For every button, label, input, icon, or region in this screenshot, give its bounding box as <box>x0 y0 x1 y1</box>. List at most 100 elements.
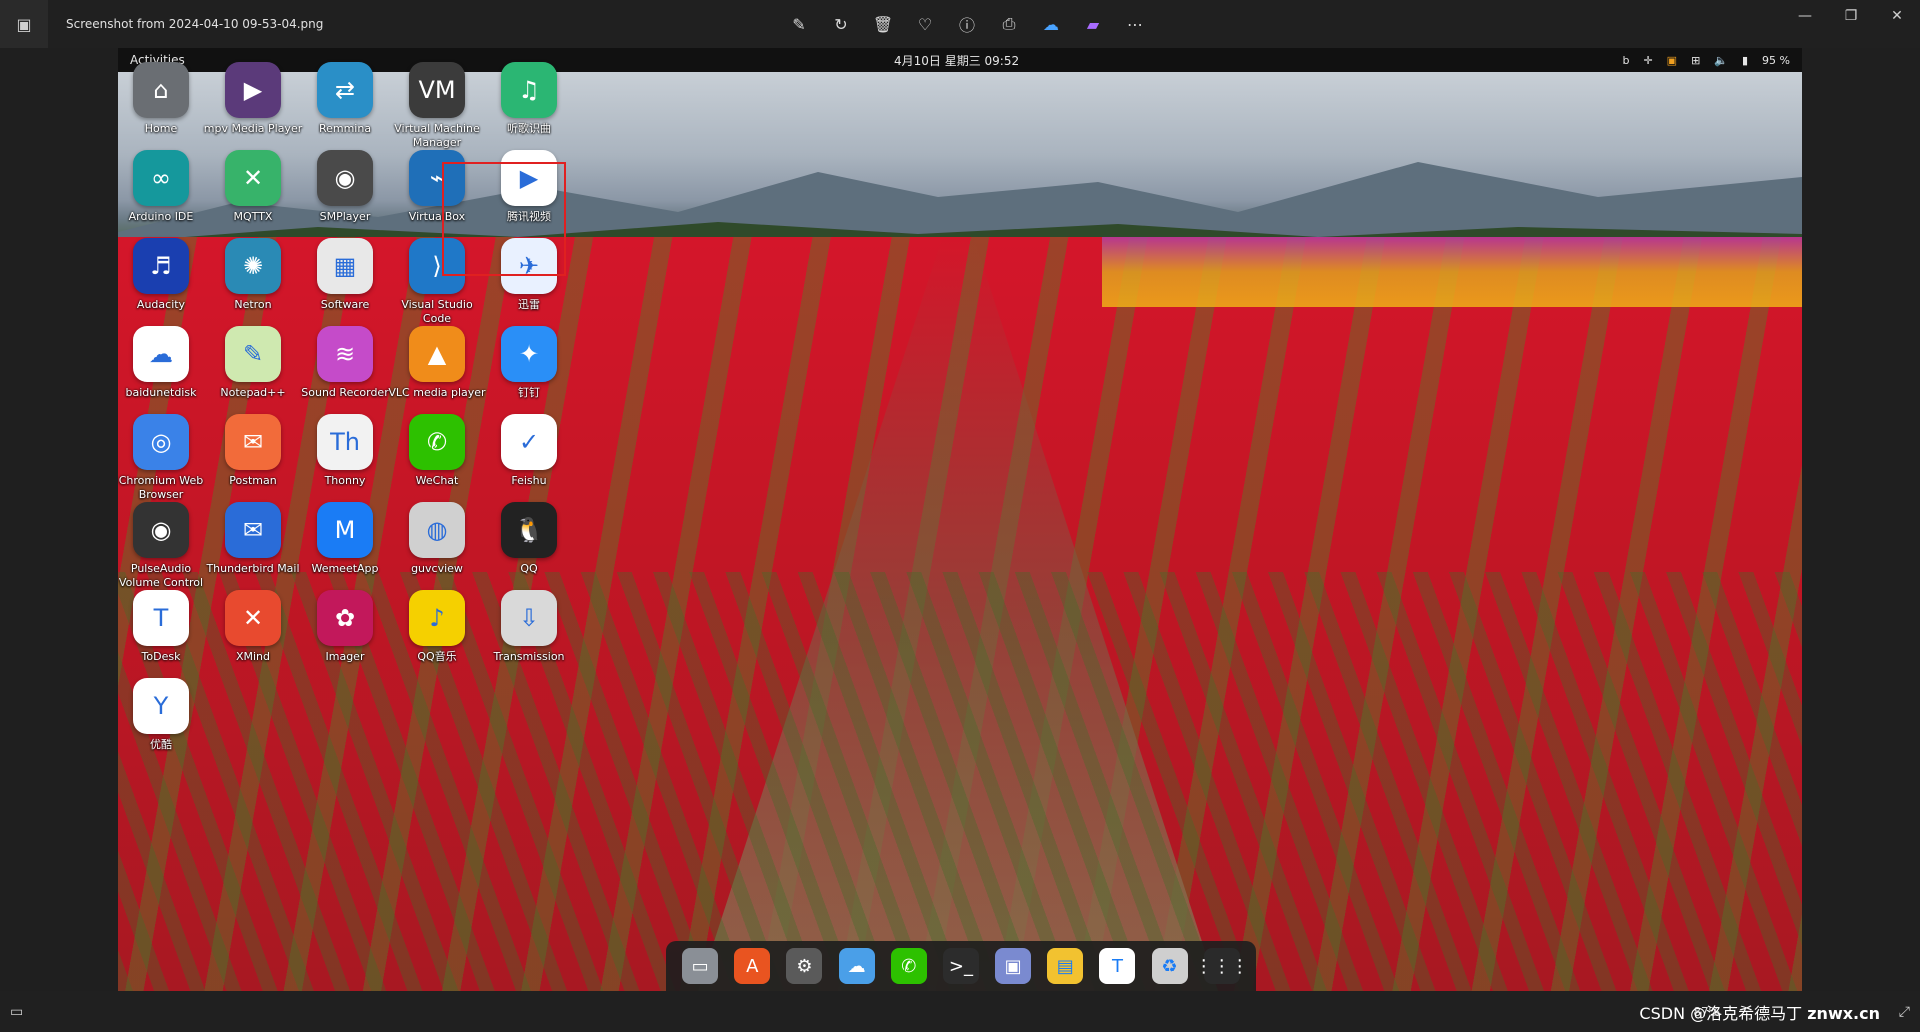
desktop-icon[interactable]: ◉ SMPlayer <box>295 150 395 224</box>
highlight-box <box>442 162 566 276</box>
app-label: SMPlayer <box>319 210 371 223</box>
app-icon: VM <box>409 62 465 118</box>
app-label: ToDesk <box>141 650 181 663</box>
app-label: WeChat <box>415 474 459 487</box>
app-icon: ✆ <box>409 414 465 470</box>
clipchamp-icon[interactable]: ▰ <box>1077 8 1109 40</box>
desktop-icon[interactable]: T ToDesk <box>118 590 211 664</box>
app-label: Visual Studio Code <box>401 298 473 325</box>
app-label: Netron <box>234 298 272 311</box>
desktop-icon[interactable]: ✉ Thunderbird Mail <box>203 502 303 576</box>
desktop-icon[interactable]: ♫ 听歌识曲 <box>479 62 579 136</box>
app-icon: ◉ <box>317 150 373 206</box>
close-icon[interactable]: ✕ <box>1874 0 1920 32</box>
window-icon[interactable]: ▣ <box>995 948 1032 984</box>
desktop-icon[interactable]: ⇩ Transmission <box>479 590 579 664</box>
app-label: QQ音乐 <box>417 650 457 663</box>
app-center-icon[interactable]: A <box>734 948 771 984</box>
desktop-icon[interactable]: ✿ Imager <box>295 590 395 664</box>
desktop-icon[interactable]: ∞ Arduino IDE <box>118 150 211 224</box>
desktop-icon[interactable]: ✆ WeChat <box>387 414 487 488</box>
desktop-icon[interactable]: Th Thonny <box>295 414 395 488</box>
desktop-icon[interactable]: Y 优酷 <box>118 678 211 752</box>
app-label: Thunderbird Mail <box>206 562 300 575</box>
desktop-icon[interactable]: M WemeetApp <box>295 502 395 576</box>
info-icon[interactable]: ⓘ <box>951 8 983 40</box>
app-label: Audacity <box>136 298 186 311</box>
app-label: baidunetdisk <box>125 386 197 399</box>
weather-icon[interactable]: ☁ <box>838 948 875 984</box>
app-label: mpv Media Player <box>203 122 303 135</box>
favorite-icon[interactable]: ♡ <box>909 8 941 40</box>
fullscreen-icon[interactable]: ⤢ <box>1899 1004 1910 1020</box>
app-icon: ✉ <box>225 414 281 470</box>
desktop-icon[interactable]: VM Virtual Machine Manager <box>387 62 487 150</box>
restore-icon[interactable]: ❐ <box>1828 0 1874 32</box>
rotate-icon[interactable]: ↻ <box>825 8 857 40</box>
app-icon: Th <box>317 414 373 470</box>
app-icon: ♬ <box>133 238 189 294</box>
bing-icon[interactable]: b <box>1622 54 1629 67</box>
todesk-icon[interactable]: T <box>1099 948 1136 984</box>
cloud-icon[interactable]: ☁ <box>1035 8 1067 40</box>
desktop-icon[interactable]: ▲ VLC media player <box>387 326 487 400</box>
desktop-icon[interactable]: 🐧 QQ <box>479 502 579 576</box>
desktop-icon[interactable]: ≋ Sound Recorder <box>295 326 395 400</box>
desktop-icon[interactable]: ✎ Notepad++ <box>203 326 303 400</box>
desktop-icon[interactable]: ✦ 钉钉 <box>479 326 579 400</box>
trash-icon[interactable]: ♻ <box>1151 948 1188 984</box>
app-icon: ⇩ <box>501 590 557 646</box>
app-label: Home <box>144 122 178 135</box>
desktop-icon[interactable]: ✕ XMind <box>203 590 303 664</box>
desktop-icon[interactable]: ◍ guvcview <box>387 502 487 576</box>
desktop-icon[interactable]: ⇄ Remmina <box>295 62 395 136</box>
volume-icon[interactable]: 🔈 <box>1714 54 1728 67</box>
app-label: Thonny <box>324 474 366 487</box>
app-icon: ✉ <box>225 502 281 558</box>
window-controls: — ❐ ✕ <box>1782 0 1920 32</box>
terminal-icon[interactable]: >_ <box>942 948 979 984</box>
app-label: VLC media player <box>388 386 486 399</box>
files-icon[interactable]: ▭ <box>682 948 719 984</box>
more-icon[interactable]: ⋯ <box>1119 8 1151 40</box>
desktop-icon[interactable]: ☁ baidunetdisk <box>118 326 211 400</box>
settings-icon[interactable]: ⚙ <box>786 948 823 984</box>
colored-rows <box>1102 237 1802 307</box>
desktop-icon[interactable]: ◉ PulseAudio Volume Control <box>118 502 211 590</box>
filmstrip-icon[interactable]: ▭ <box>10 1004 23 1020</box>
app-icon: T <box>133 590 189 646</box>
app-label: Software <box>320 298 370 311</box>
clock[interactable]: 4月10日 星期三 09:52 <box>894 52 1019 69</box>
desktop-icon[interactable]: ✓ Feishu <box>479 414 579 488</box>
wechat-icon[interactable]: ✆ <box>890 948 927 984</box>
minimize-icon[interactable]: — <box>1782 0 1828 32</box>
desktop-icon[interactable]: ✺ Netron <box>203 238 303 312</box>
app-icon: ✎ <box>225 326 281 382</box>
print-icon[interactable]: ⎙ <box>993 8 1025 40</box>
desktop-icon[interactable]: ▶ mpv Media Player <box>203 62 303 136</box>
desktop-icon[interactable]: ✕ MQTTX <box>203 150 303 224</box>
app-icon: ✦ <box>501 326 557 382</box>
desktop-icon[interactable]: ✉ Postman <box>203 414 303 488</box>
app-grid-icon[interactable]: ⋮⋮⋮ <box>1195 948 1249 984</box>
photos-app-icon[interactable]: ▣ <box>0 0 48 48</box>
accessibility-icon[interactable]: ✛ <box>1643 54 1652 67</box>
app-icon: ✿ <box>317 590 373 646</box>
desktop-icon[interactable]: ⌂ Home <box>118 62 211 136</box>
watermark: CSDN @洛克希德马丁 znwx.cn <box>1639 1003 1880 1023</box>
app-label: 听歌识曲 <box>507 122 551 135</box>
desktop-icon[interactable]: ♪ QQ音乐 <box>387 590 487 664</box>
delete-icon[interactable]: 🗑 <box>867 8 899 40</box>
app-label: Sound Recorder <box>301 386 389 399</box>
desktop-icon[interactable]: ▦ Software <box>295 238 395 312</box>
notes-icon[interactable]: ▤ <box>1047 948 1084 984</box>
network-icon[interactable]: ⊞ <box>1691 54 1700 67</box>
edit-icon[interactable]: ✎ <box>783 8 815 40</box>
app-label: Remmina <box>318 122 372 135</box>
screen-icon[interactable]: ▣ <box>1667 54 1677 67</box>
desktop-icon[interactable]: ◎ Chromium Web Browser <box>118 414 211 502</box>
desktop-icon[interactable]: ♬ Audacity <box>118 238 211 312</box>
app-label: Notepad++ <box>220 386 286 399</box>
system-tray[interactable]: b ✛ ▣ ⊞ 🔈 ▮ 95 % <box>1622 54 1790 67</box>
app-icon: 🐧 <box>501 502 557 558</box>
